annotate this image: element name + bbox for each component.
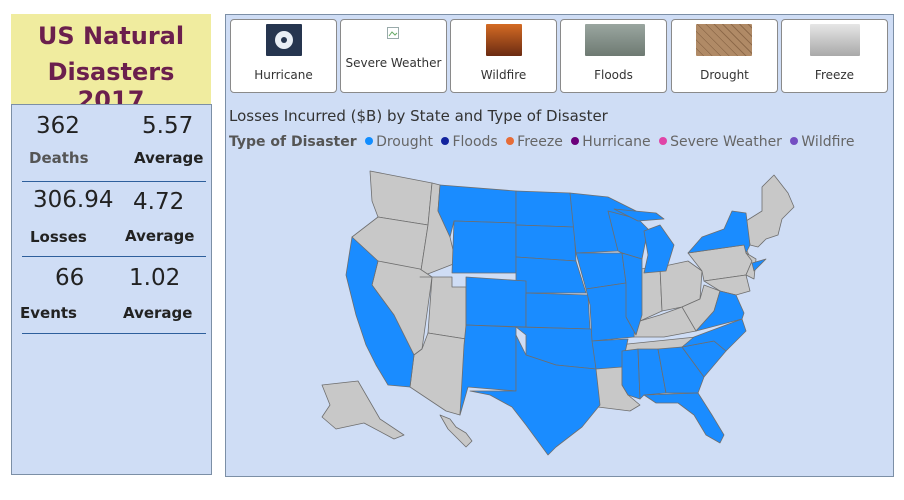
losses-value: 306.94 (33, 187, 114, 213)
state-iowa (575, 252, 627, 290)
state-colorado (465, 276, 527, 328)
state-north-dakota (515, 190, 575, 228)
state-south-dakota (515, 224, 577, 262)
report-title-line-1: US Natural (37, 22, 185, 50)
kpi-divider (22, 181, 206, 182)
state-indiana (639, 266, 663, 322)
losses-average-value: 4.72 (133, 189, 185, 215)
state-hawaii (439, 414, 473, 448)
report-title-box: US Natural Disasters 2017 (11, 14, 211, 114)
kpi-divider (22, 333, 206, 334)
events-label: Events (20, 304, 77, 322)
events-average-label: Average (123, 304, 193, 322)
state-new-england (745, 174, 795, 248)
kpi-panel: 362 5.57 Deaths Average 306.94 4.72 Loss… (11, 104, 212, 475)
deaths-average-label: Average (134, 149, 204, 167)
state-nebraska (515, 256, 587, 294)
events-value: 66 (55, 265, 85, 291)
map-panel: Hurricane Severe Weather Wildfire Floods… (225, 14, 894, 477)
state-wyoming (451, 220, 517, 274)
losses-average-label: Average (125, 227, 195, 245)
us-filled-map (321, 170, 795, 456)
deaths-value: 362 (36, 113, 80, 139)
state-kansas (525, 292, 591, 330)
state-alaska (321, 380, 405, 440)
deaths-label: Deaths (29, 149, 89, 167)
events-average-value: 1.02 (129, 265, 181, 291)
losses-label: Losses (30, 228, 87, 246)
kpi-divider (22, 256, 206, 257)
state-florida (643, 392, 725, 444)
deaths-average-value: 5.57 (142, 113, 194, 139)
